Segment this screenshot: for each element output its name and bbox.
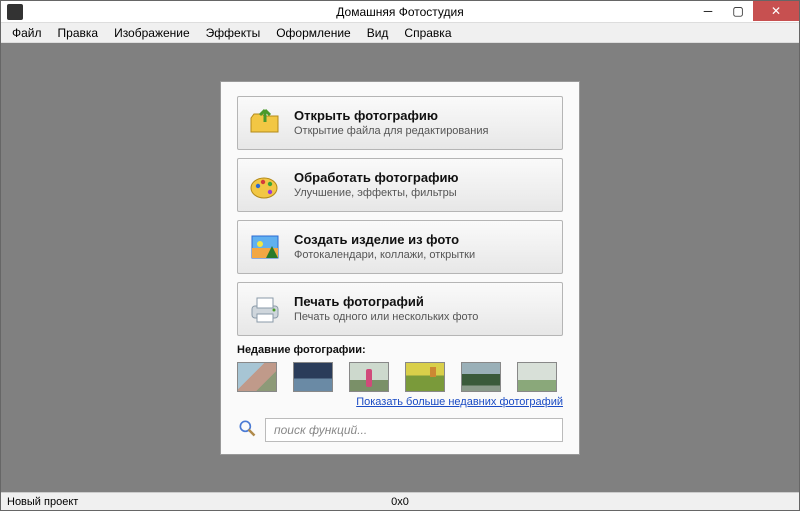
picture-icon — [248, 230, 282, 264]
recent-thumb[interactable] — [237, 362, 277, 392]
recent-thumb[interactable] — [293, 362, 333, 392]
menu-image[interactable]: Изображение — [107, 24, 197, 42]
show-more-recent: Показать больше недавних фотографий — [237, 396, 563, 408]
menu-help[interactable]: Справка — [397, 24, 458, 42]
recent-thumb[interactable] — [405, 362, 445, 392]
print-photos-button[interactable]: Печать фотографий Печать одного или неск… — [237, 282, 563, 336]
menu-design[interactable]: Оформление — [269, 24, 357, 42]
window-controls: ─ ▢ ✕ — [693, 1, 799, 21]
show-more-recent-link[interactable]: Показать больше недавних фотографий — [356, 396, 563, 408]
open-photo-sub: Открытие файла для редактирования — [294, 125, 488, 137]
recent-thumb[interactable] — [461, 362, 501, 392]
start-panel: Открыть фотографию Открытие файла для ре… — [220, 81, 580, 455]
open-photo-button[interactable]: Открыть фотографию Открытие файла для ре… — [237, 96, 563, 150]
create-product-sub: Фотокалендари, коллажи, открытки — [294, 249, 475, 261]
print-photos-sub: Печать одного или нескольких фото — [294, 311, 478, 323]
status-dimensions: 0x0 — [391, 496, 409, 508]
menu-view[interactable]: Вид — [360, 24, 396, 42]
folder-open-icon — [248, 106, 282, 140]
menubar: Файл Правка Изображение Эффекты Оформлен… — [1, 23, 799, 43]
titlebar: Домашняя Фотостудия ─ ▢ ✕ — [1, 1, 799, 23]
open-photo-title: Открыть фотографию — [294, 108, 488, 123]
recent-thumb[interactable] — [349, 362, 389, 392]
statusbar: Новый проект 0x0 — [1, 492, 799, 510]
workspace: Открыть фотографию Открытие файла для ре… — [1, 43, 799, 492]
recent-thumb[interactable] — [517, 362, 557, 392]
create-product-button[interactable]: Создать изделие из фото Фотокалендари, к… — [237, 220, 563, 274]
minimize-button[interactable]: ─ — [693, 1, 723, 21]
edit-photo-sub: Улучшение, эффекты, фильтры — [294, 187, 459, 199]
window-title: Домашняя Фотостудия — [1, 5, 799, 19]
recent-photos-label: Недавние фотографии: — [237, 344, 563, 356]
app-window: Домашняя Фотостудия ─ ▢ ✕ Файл Правка Из… — [0, 0, 800, 511]
recent-thumbnails — [237, 362, 563, 392]
edit-photo-button[interactable]: Обработать фотографию Улучшение, эффекты… — [237, 158, 563, 212]
status-project: Новый проект — [1, 496, 78, 508]
menu-file[interactable]: Файл — [5, 24, 49, 42]
printer-icon — [248, 292, 282, 326]
search-row — [237, 418, 563, 442]
print-photos-title: Печать фотографий — [294, 294, 478, 309]
search-icon — [237, 418, 257, 441]
edit-photo-title: Обработать фотографию — [294, 170, 459, 185]
create-product-title: Создать изделие из фото — [294, 232, 475, 247]
palette-icon — [248, 168, 282, 202]
menu-effects[interactable]: Эффекты — [199, 24, 268, 42]
menu-edit[interactable]: Правка — [51, 24, 106, 42]
close-button[interactable]: ✕ — [753, 1, 799, 21]
search-input[interactable] — [265, 418, 563, 442]
maximize-button[interactable]: ▢ — [723, 1, 753, 21]
